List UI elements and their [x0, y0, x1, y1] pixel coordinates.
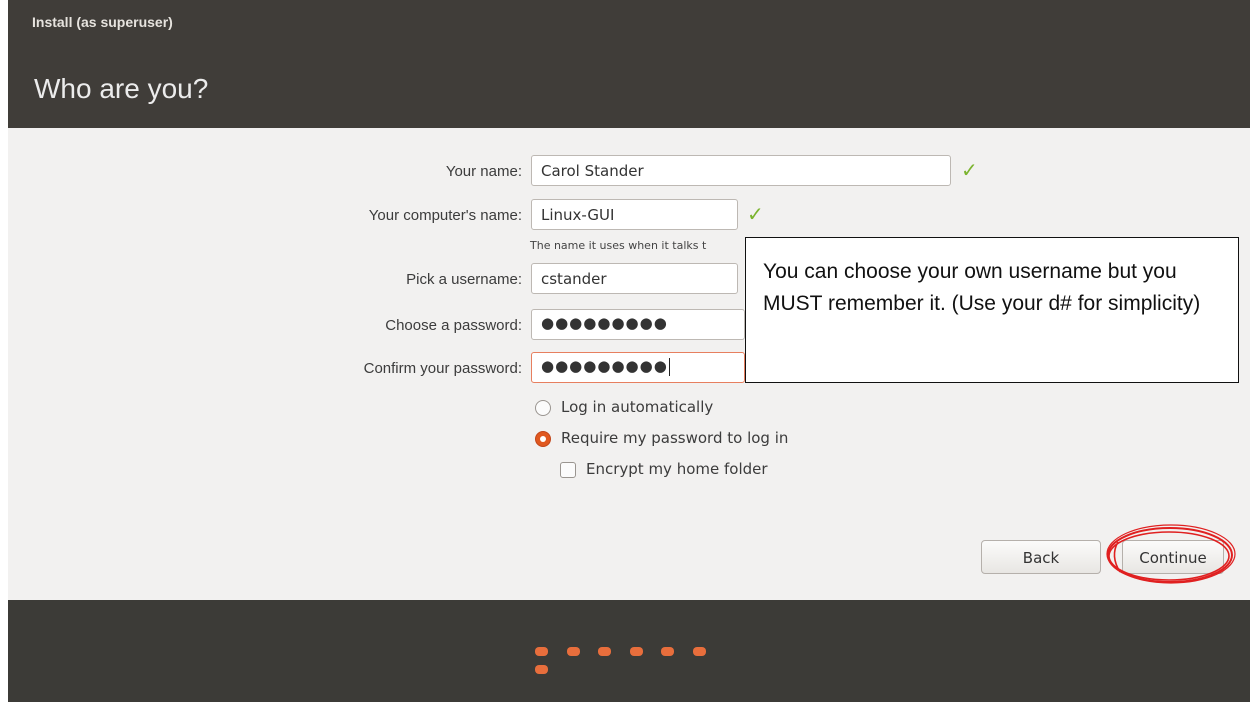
continue-highlight-circle	[1106, 524, 1236, 584]
page-header: Who are you?	[8, 50, 1250, 128]
progress-dot	[535, 647, 548, 656]
name-valid-check-icon: ✓	[961, 160, 978, 182]
progress-dot	[661, 647, 674, 656]
window-title: Install (as superuser)	[32, 14, 173, 30]
progress-dot	[598, 647, 611, 656]
username-input[interactable]: cstander	[531, 263, 738, 294]
username-value: cstander	[541, 270, 607, 288]
computer-name-value: Linux-GUI	[541, 206, 615, 224]
progress-dot	[535, 665, 548, 674]
confirm-password-label: Confirm your password:	[363, 360, 522, 377]
computer-name-label: Your computer's name:	[368, 207, 522, 224]
auto-login-label[interactable]: Log in automatically	[561, 398, 713, 416]
progress-dots	[535, 643, 735, 674]
instruction-callout: You can choose your own username but you…	[745, 237, 1239, 383]
name-input[interactable]: Carol Stander	[531, 155, 951, 186]
computer-name-input[interactable]: Linux-GUI	[531, 199, 738, 230]
progress-dot	[629, 647, 643, 656]
username-label: Pick a username:	[406, 271, 522, 288]
encrypt-home-label[interactable]: Encrypt my home folder	[586, 460, 768, 478]
callout-text: You can choose your own username but you…	[763, 260, 1201, 315]
computer-name-valid-check-icon: ✓	[747, 204, 764, 226]
window-right-edge	[1250, 0, 1256, 702]
require-password-radio[interactable]	[535, 431, 551, 447]
progress-dot	[692, 647, 706, 656]
page-title: Who are you?	[34, 73, 209, 104]
password-label: Choose a password:	[385, 317, 522, 334]
computer-name-hint: The name it uses when it talks t	[530, 239, 707, 252]
require-password-label[interactable]: Require my password to log in	[561, 429, 788, 447]
name-value: Carol Stander	[541, 162, 644, 180]
back-button[interactable]: Back	[981, 540, 1101, 574]
password-input[interactable]: ●●●●●●●●●	[531, 309, 745, 340]
window-left-edge	[0, 0, 8, 702]
password-value: ●●●●●●●●●	[541, 314, 668, 332]
progress-dot	[566, 647, 580, 656]
text-cursor	[668, 357, 670, 376]
installer-window: Install (as superuser) Who are you? Your…	[0, 0, 1256, 702]
encrypt-home-checkbox[interactable]	[560, 462, 576, 478]
auto-login-radio[interactable]	[535, 400, 551, 416]
name-label: Your name:	[445, 163, 522, 180]
confirm-password-input[interactable]: ●●●●●●●●●	[531, 352, 745, 383]
confirm-password-value: ●●●●●●●●●	[541, 357, 668, 375]
window-titlebar[interactable]: Install (as superuser)	[8, 0, 1250, 50]
